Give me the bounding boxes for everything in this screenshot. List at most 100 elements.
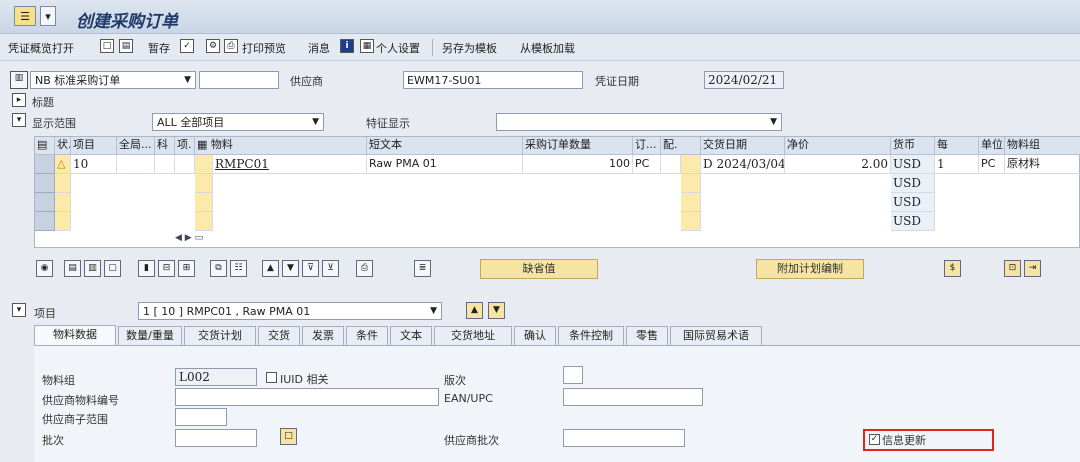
grid-settings-icon[interactable]: ▤ [35, 137, 55, 155]
cell-material[interactable]: RMPC01 [213, 155, 367, 174]
cell-unit[interactable]: PC [979, 155, 1005, 174]
tab-material-data[interactable]: 物料数据 [34, 325, 116, 346]
lock-icon[interactable]: ⊟ [158, 260, 175, 277]
cell-currency[interactable]: USD [891, 174, 935, 193]
tab-quantity-weight[interactable]: 数量/重量 [118, 326, 182, 346]
col-net-price[interactable]: 净价 [785, 137, 891, 155]
row-selector[interactable] [35, 212, 55, 231]
next-item-icon[interactable]: ⇥ [1024, 260, 1041, 277]
col-material-group[interactable]: 物料组 [1005, 137, 1080, 155]
cell-item-cat[interactable] [175, 155, 195, 174]
cell-item[interactable]: 10 [71, 155, 117, 174]
col-item[interactable]: 项目 [71, 137, 117, 155]
cell-short-text[interactable]: Raw PMA 01 [367, 155, 523, 174]
cell-net-price[interactable]: 2.00 [785, 155, 891, 174]
list-icon[interactable]: ☷ [230, 260, 247, 277]
item-details-icon[interactable]: ◉ [36, 260, 53, 277]
col-config[interactable]: 配. [661, 137, 701, 155]
sort-ascending-icon[interactable]: ▲ [262, 260, 279, 277]
col-currency[interactable]: 货币 [891, 137, 935, 155]
col-per[interactable]: 每 [935, 137, 979, 155]
cell-material-group[interactable]: 原材料 [1005, 155, 1080, 174]
col-account[interactable]: 科 [155, 137, 175, 155]
personal-settings-icon[interactable]: ▦ [360, 39, 374, 53]
col-po-qty[interactable]: 采购订单数量 [523, 137, 633, 155]
tab-invoice[interactable]: 发票 [302, 326, 344, 346]
vendor-material-input[interactable] [175, 388, 439, 406]
tab-delivery-address[interactable]: 交货地址 [434, 326, 512, 346]
additional-planning-button[interactable]: 附加计划编制 [756, 259, 864, 279]
cell-config[interactable] [661, 155, 681, 174]
expand-header-icon[interactable]: ▸ [12, 93, 26, 107]
info-icon[interactable]: i [340, 39, 354, 53]
ean-input[interactable] [563, 388, 703, 406]
print-settings-icon[interactable]: ⚙ [206, 39, 220, 53]
cell-currency[interactable]: USD [891, 193, 935, 212]
cell-delivery-date[interactable]: D 2024/03/04 [701, 155, 785, 174]
print-list-icon[interactable]: ⎙ [356, 260, 373, 277]
row-selector[interactable] [35, 193, 55, 212]
print-preview-icon[interactable]: ⎙ [224, 39, 238, 53]
filter-icon[interactable]: ⊽ [302, 260, 319, 277]
cell-currency[interactable]: USD [891, 212, 935, 231]
toolbar-hold[interactable]: 暂存 [148, 40, 170, 56]
status-warning-icon[interactable]: △ [55, 155, 71, 174]
display-scope-dropdown[interactable]: ALL 全部项目 ▼ [152, 113, 324, 131]
material-group-field[interactable]: L002 [175, 368, 257, 386]
document-type-icon[interactable]: ▥ [10, 71, 28, 89]
vendor-batch-input[interactable] [563, 429, 685, 447]
delete-icon[interactable]: ▮ [138, 260, 155, 277]
expand-items-icon[interactable]: ▾ [12, 113, 26, 127]
tab-delivery[interactable]: 交货 [258, 326, 300, 346]
cell-status[interactable] [55, 193, 71, 212]
deselect-all-icon[interactable]: ▢ [104, 260, 121, 277]
order-type-dropdown[interactable]: NB 标准采购订单 ▼ [30, 71, 196, 89]
revision-input[interactable] [563, 366, 583, 384]
row-selector[interactable] [35, 155, 55, 174]
col-status[interactable]: 状. [55, 137, 71, 155]
doc-icon[interactable]: ≣ [414, 260, 431, 277]
collapse-item-icon[interactable]: ▾ [12, 303, 26, 317]
col-order-unit[interactable]: 订... [633, 137, 661, 155]
vendor-subrange-input[interactable] [175, 408, 227, 426]
conditions-icon[interactable]: $ [944, 260, 961, 277]
col-short-text[interactable]: 短文本 [367, 137, 523, 155]
default-values-button[interactable]: 缺省值 [480, 259, 598, 279]
row-selector[interactable] [35, 174, 55, 193]
cell-currency[interactable]: USD [891, 155, 935, 174]
toolbar-print-preview[interactable]: 打印预览 [242, 40, 286, 56]
toolbar-messages[interactable]: 消息 [308, 40, 330, 56]
next-item-down-icon[interactable]: ▼ [488, 302, 505, 319]
unlock-icon[interactable]: ⊞ [178, 260, 195, 277]
open-document-icon[interactable]: ▤ [119, 39, 133, 53]
tab-delivery-schedule[interactable]: 交货计划 [184, 326, 256, 346]
iuid-checkbox[interactable] [266, 372, 277, 383]
cell-status[interactable] [55, 174, 71, 193]
col-delivery-date[interactable]: 交货日期 [701, 137, 785, 155]
toolbar-doc-overview[interactable]: 凭证概览打开 [8, 40, 74, 56]
vendor-input[interactable]: EWM17-SU01 [403, 71, 583, 89]
tab-confirmations[interactable]: 确认 [514, 326, 556, 346]
batch-input[interactable] [175, 429, 257, 447]
doc-date-input[interactable]: 2024/02/21 [704, 71, 784, 89]
cell-order-unit[interactable]: PC [633, 155, 661, 174]
tab-condition-control[interactable]: 条件控制 [558, 326, 624, 346]
check-icon[interactable]: ✓ [180, 39, 194, 53]
horizontal-scrollbar[interactable]: ◀ ▶ ▭ [175, 233, 227, 247]
col-global[interactable]: 全局... [117, 137, 155, 155]
feature-display-dropdown[interactable]: ▼ [496, 113, 782, 131]
window-options-icon[interactable]: ▾ [40, 6, 56, 26]
filter-off-icon[interactable]: ⊻ [322, 260, 339, 277]
previous-item-icon[interactable]: ▲ [466, 302, 483, 319]
new-document-icon[interactable]: □ [100, 39, 114, 53]
order-number-input[interactable] [199, 71, 279, 89]
col-item-cat[interactable]: 项. [175, 137, 195, 155]
item-selector-dropdown[interactable]: 1 [ 10 ] RMPC01 , Raw PMA 01 ▼ [138, 302, 442, 320]
tab-incoterms[interactable]: 国际贸易术语 [670, 326, 762, 346]
cell-global[interactable] [117, 155, 155, 174]
cell-status[interactable] [55, 212, 71, 231]
tab-conditions[interactable]: 条件 [346, 326, 388, 346]
cell-per[interactable]: 1 [935, 155, 979, 174]
tab-texts[interactable]: 文本 [390, 326, 432, 346]
account-assign-icon[interactable]: ⊡ [1004, 260, 1021, 277]
